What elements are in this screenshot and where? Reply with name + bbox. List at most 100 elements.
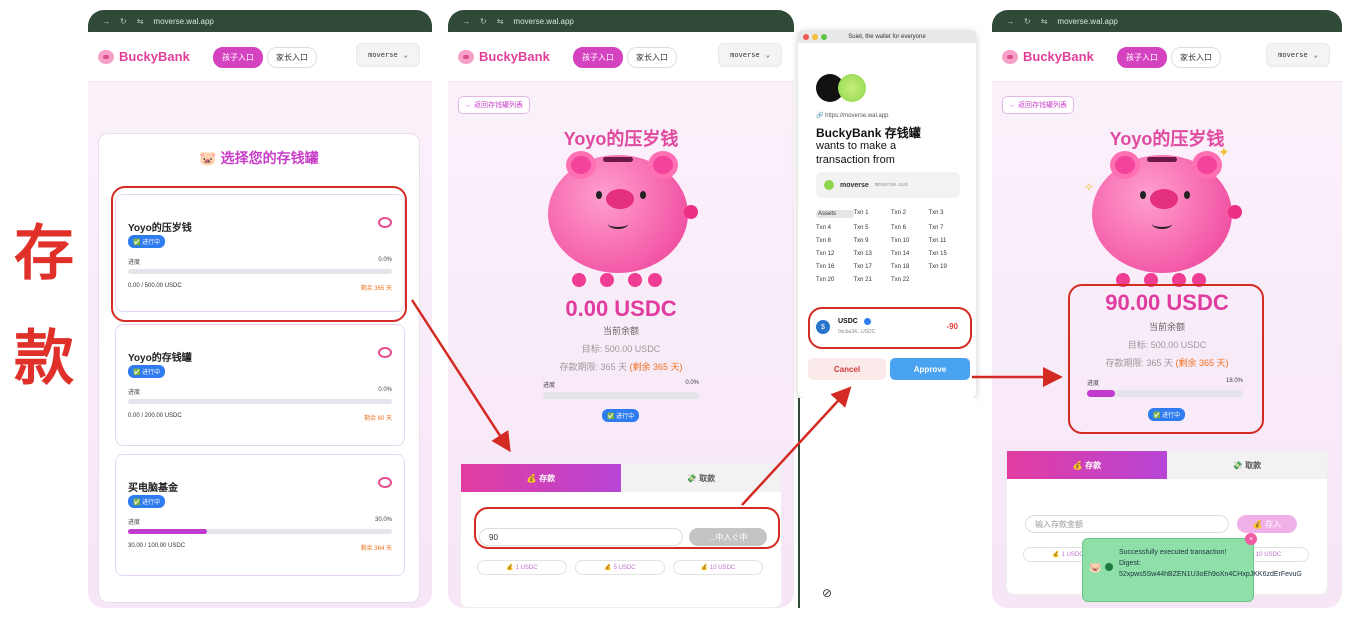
site-settings-icon[interactable]: ⇆ — [1041, 17, 1048, 26]
annotation-box-asset — [808, 307, 972, 349]
period-text: 存款期限: 365 天 (剩余 365 天) — [559, 362, 683, 372]
account-name: moverse — [730, 51, 760, 59]
tab-txn[interactable]: Txn 3 — [929, 210, 967, 218]
app-logo[interactable]: BuckyBank — [1002, 49, 1094, 64]
piggy-icon — [378, 477, 392, 488]
tab-txn[interactable]: Txn 5 — [854, 225, 892, 231]
tab-txn[interactable]: Txn 7 — [929, 225, 967, 231]
jar-title: Yoyo的压岁钱 — [563, 129, 679, 149]
chevron-down-icon: ⌄ — [765, 51, 770, 59]
deposit-amount-input[interactable]: 输入存款金额 — [1025, 515, 1229, 533]
account-dropdown[interactable]: moverse ⌄ — [1266, 43, 1330, 67]
url-text[interactable]: moverse.wal.app — [513, 17, 573, 26]
tab-withdraw[interactable]: 💸 取款 — [1167, 451, 1327, 479]
tab-parent[interactable]: 家长入口 — [627, 47, 677, 68]
tab-parent[interactable]: 家长入口 — [267, 47, 317, 68]
from-text: transaction from — [816, 154, 895, 166]
approve-button[interactable]: Approve — [890, 358, 970, 380]
tab-child[interactable]: 孩子入口 — [1117, 47, 1167, 68]
quick-amount-5[interactable]: 💰 5 USDC — [575, 560, 665, 575]
minimize-icon[interactable] — [812, 34, 818, 40]
wants-text: wants to make a — [816, 140, 897, 152]
app-logo[interactable]: BuckyBank — [98, 49, 190, 64]
tab-txn[interactable]: Txn 22 — [891, 277, 929, 283]
progress-bar — [128, 399, 392, 404]
progress-percent: 30.0% — [374, 517, 392, 523]
tab-txn[interactable]: Txn 10 — [891, 238, 929, 244]
account-avatar — [824, 180, 834, 190]
pig-logo-icon — [1002, 49, 1018, 64]
wallet-account[interactable]: moverse moverse.sui — [816, 172, 960, 198]
browser-bar: → ↻ ⇆ moverse.wal.app — [448, 10, 794, 32]
site-settings-icon[interactable]: ⇆ — [497, 17, 504, 26]
tab-txn[interactable]: Txn 1 — [854, 210, 892, 218]
cancel-button[interactable]: Cancel — [808, 358, 886, 380]
tab-txn[interactable]: Txn 18 — [891, 264, 929, 270]
reload-icon[interactable]: ↻ — [1024, 17, 1031, 26]
app-header: BuckyBank 孩子入口 家长入口 moverse ⌄ — [992, 32, 1342, 82]
tab-deposit[interactable]: 💰 存款 — [1007, 451, 1167, 479]
back-arrow-icon[interactable]: → — [1006, 17, 1014, 26]
progress-label: 进度 — [543, 383, 556, 389]
tab-txn[interactable]: Txn 20 — [816, 277, 854, 283]
quick-amount-10[interactable]: 💰 10 USDC — [673, 560, 763, 575]
quick-amount-1[interactable]: 💰 1 USDC — [477, 560, 567, 575]
back-to-list-button[interactable]: ← 返回存钱罐列表 — [458, 96, 530, 114]
tab-child[interactable]: 孩子入口 — [573, 47, 623, 68]
reload-icon[interactable]: ↻ — [120, 17, 127, 26]
annotation-box-input — [474, 507, 780, 549]
tab-assets[interactable]: Assets — [816, 210, 854, 218]
tab-txn[interactable]: Txn 9 — [854, 238, 892, 244]
wallet-account-addr: moverse.sui — [874, 182, 908, 188]
account-name: moverse — [368, 51, 398, 59]
deposit-button[interactable]: 💰 存入 — [1237, 515, 1297, 533]
wallet-account-name: moverse — [840, 181, 869, 189]
success-toast: 🐷 Successfully executed transaction! Dig… — [1082, 533, 1302, 602]
piggy-bank-illustration — [548, 151, 698, 287]
chevron-down-icon: ⌄ — [1313, 51, 1318, 59]
tab-txn[interactable]: Txn 4 — [816, 225, 854, 231]
days-remaining: 剩余 60 天 — [363, 416, 392, 422]
tab-txn[interactable]: Txn 17 — [854, 264, 892, 270]
tab-txn[interactable]: Txn 14 — [891, 251, 929, 257]
account-dropdown[interactable]: moverse ⌄ — [718, 43, 782, 67]
tab-txn[interactable]: Txn 2 — [891, 210, 929, 218]
app-name: BuckyBank — [119, 49, 190, 64]
app-logo[interactable]: BuckyBank — [458, 49, 550, 64]
site-logo-icon — [838, 74, 866, 102]
tab-txn[interactable]: Txn 19 — [929, 264, 967, 270]
tab-txn[interactable]: Txn 8 — [816, 238, 854, 244]
wallet-backdrop: ⊘ — [798, 398, 976, 608]
tab-txn[interactable]: Txn 11 — [929, 238, 967, 244]
jar-card-2[interactable]: Yoyo的存钱罐 ✅ 进行中 进度 0.0% 0.00 / 200.00 USD… — [115, 324, 405, 446]
back-arrow-icon[interactable]: → — [102, 17, 110, 26]
back-to-list-button[interactable]: ← 返回存钱罐列表 — [1002, 96, 1074, 114]
txn-tabs: Assets Txn 1 Txn 2 Txn 3 Txn 4 Txn 5 Txn… — [816, 210, 966, 283]
tab-txn[interactable]: Txn 6 — [891, 225, 929, 231]
site-settings-icon[interactable]: ⇆ — [137, 17, 144, 26]
annotation-box-balance — [1068, 284, 1264, 434]
tab-withdraw[interactable]: 💸 取款 — [621, 464, 781, 492]
account-dropdown[interactable]: moverse ⌄ — [356, 43, 420, 67]
jar-card-3[interactable]: 买电脑基金 ✅ 进行中 进度 30.0% 30.00 / 100.00 USDC… — [115, 454, 405, 576]
tab-txn[interactable]: Txn 13 — [854, 251, 892, 257]
link-icon[interactable]: ⊘ — [822, 586, 832, 600]
close-icon[interactable]: × — [1245, 533, 1257, 545]
tab-txn[interactable]: Txn 15 — [929, 251, 967, 257]
select-title: 🐷 选择您的存钱罐 — [199, 150, 319, 166]
tab-parent[interactable]: 家长入口 — [1171, 47, 1221, 68]
tab-child[interactable]: 孩子入口 — [213, 47, 263, 68]
reload-icon[interactable]: ↻ — [480, 17, 487, 26]
tab-txn[interactable]: Txn 21 — [854, 277, 892, 283]
close-icon[interactable] — [803, 34, 809, 40]
tab-txn[interactable]: Txn 12 — [816, 251, 854, 257]
wallet-window-title: Suiet, the wallet for everyone — [848, 33, 926, 40]
maximize-icon[interactable] — [821, 34, 827, 40]
annotation-box-jar — [111, 186, 407, 322]
back-arrow-icon[interactable]: → — [462, 17, 470, 26]
tab-txn[interactable]: Txn 16 — [816, 264, 854, 270]
url-text[interactable]: moverse.wal.app — [1057, 17, 1117, 26]
url-text[interactable]: moverse.wal.app — [153, 17, 213, 26]
progress-fill — [128, 529, 208, 534]
tab-deposit[interactable]: 💰 存款 — [461, 464, 621, 492]
